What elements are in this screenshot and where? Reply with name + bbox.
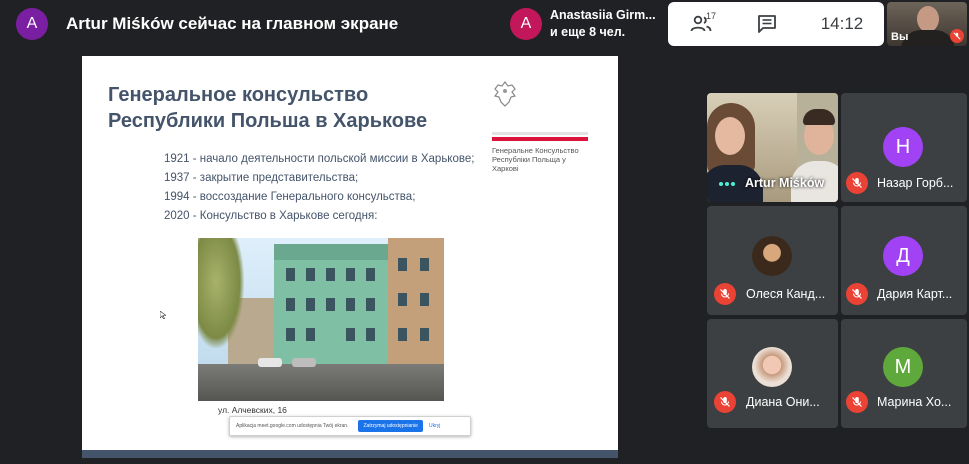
mic-off-icon	[950, 29, 964, 43]
chat-icon	[758, 15, 776, 33]
self-view[interactable]: Вы	[887, 2, 967, 46]
participant-avatar: Н	[883, 127, 923, 167]
speaker-avatar-letter: A	[520, 15, 532, 32]
participant-name: Дария Карт...	[877, 287, 953, 301]
participant-tile[interactable]: М Марина Хо...	[841, 319, 967, 428]
presenter-avatar-letter: A	[26, 15, 38, 32]
speaker-avatar: A	[510, 8, 542, 40]
self-label: Вы	[891, 31, 909, 43]
people-button[interactable]: 17	[668, 2, 734, 46]
stop-sharing-button[interactable]: Zatrzymaj udostępnianie	[358, 420, 423, 432]
mic-off-icon	[846, 172, 868, 194]
participant-tile[interactable]: Д Дария Карт...	[841, 206, 967, 315]
participant-avatar: Д	[883, 236, 923, 276]
eagle-emblem-icon	[493, 81, 517, 107]
participant-tile[interactable]: Н Назар Горб...	[841, 93, 967, 202]
timeline-item: 1937 - закрытие представительства;	[164, 172, 359, 184]
timeline-list: 1921 - начало деятельности польской мисс…	[164, 150, 474, 226]
avatar-letter: Н	[895, 135, 911, 158]
self-shoulders	[901, 30, 955, 46]
people-count: 17	[706, 11, 717, 21]
flag-red-stripe	[492, 137, 588, 141]
participant-name: Диана Они...	[746, 395, 820, 409]
presenter-avatar: A	[16, 8, 48, 40]
slide-title: Генеральное консульство Республики Польш…	[108, 84, 428, 132]
timeline-item: 1921 - начало деятельности польской мисс…	[164, 153, 475, 165]
participant-avatar: М	[883, 347, 923, 387]
crest-caption: Генеральне Консульство Республіки Польща…	[492, 146, 579, 173]
participant-tile[interactable]: Олеся Канд...	[707, 206, 838, 315]
speaking-indicator-icon	[719, 182, 735, 186]
presenter-notice: A Artur Miśków сейчас на главном экране	[0, 0, 398, 48]
participant-tile[interactable]: Диана Они...	[707, 319, 838, 428]
photo-caption: ул. Алчевских, 16	[218, 405, 287, 415]
timeline-item: 2020 - Консульство в Харькове сегодня:	[164, 210, 378, 222]
speaker-name: Anastasiia Girm...	[550, 8, 656, 22]
clock: 14:12	[820, 14, 864, 33]
mic-off-icon	[846, 391, 868, 413]
participant-avatar	[752, 347, 792, 387]
others-count: и еще 8 чел.	[550, 25, 626, 39]
mic-off-icon	[714, 391, 736, 413]
mic-off-icon	[846, 283, 868, 305]
mic-off-icon	[714, 283, 736, 305]
consulate-building-photo	[198, 238, 444, 401]
presenter-label: Artur Miśków сейчас на главном экране	[66, 14, 399, 33]
participant-name: Олеся Канд...	[746, 287, 826, 301]
speaker-chip[interactable]: A Anastasiia Girm... и еще 8 чел.	[502, 2, 662, 46]
hide-banner-link[interactable]: Ukryj	[429, 423, 440, 429]
participant-name: Марина Хо...	[877, 395, 952, 409]
share-banner-text: Aplikacja meet.google.com udostępnia Twó…	[236, 423, 349, 429]
presentation-slide: Генеральное консульство Республики Польш…	[82, 56, 618, 458]
participant-video-tile[interactable]: Artur Miśków	[707, 93, 838, 202]
timeline-item: 1994 - воссоздание Генерального консульс…	[164, 191, 416, 203]
avatar-letter: Д	[896, 244, 910, 267]
self-head	[917, 6, 939, 32]
meeting-controls: 17 14:12	[668, 2, 884, 46]
participant-name: Назар Горб...	[877, 176, 954, 190]
screen-share-banner: Aplikacja meet.google.com udostępnia Twó…	[229, 416, 471, 436]
participant-name: Artur Miśków	[745, 176, 825, 190]
chat-button[interactable]	[734, 2, 800, 46]
slide-footer-bar	[82, 450, 618, 458]
participant-avatar	[752, 236, 792, 276]
mouse-cursor-icon	[160, 311, 166, 319]
flag-white-stripe	[492, 132, 588, 135]
meet-window: A Artur Miśków сейчас на главном экране …	[0, 0, 969, 464]
avatar-letter: М	[894, 355, 912, 378]
